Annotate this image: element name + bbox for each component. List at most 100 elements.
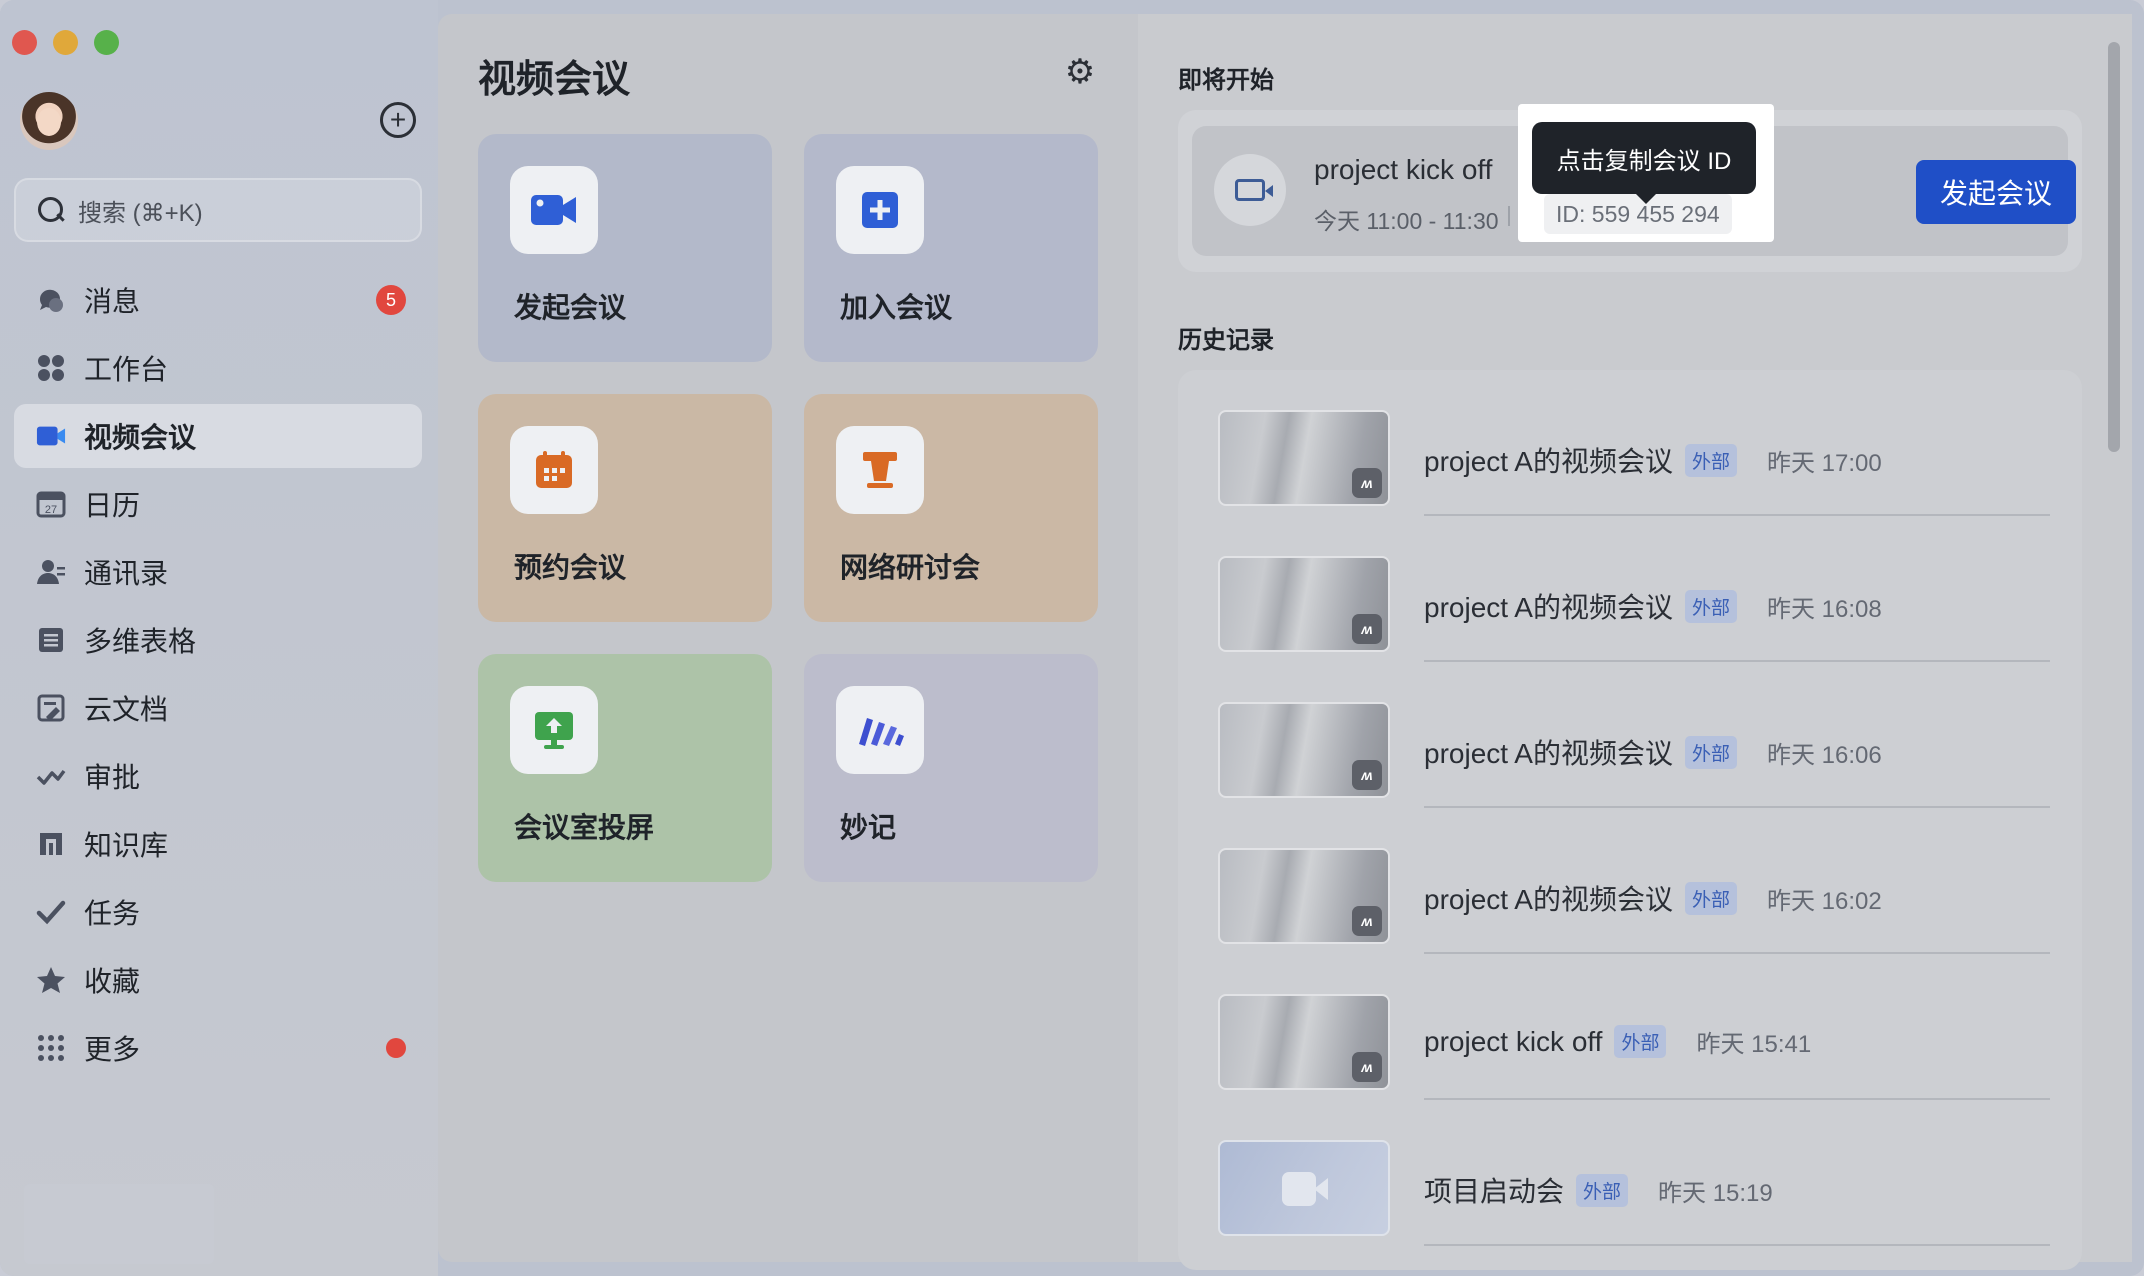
minimize-window-button[interactable] <box>53 30 78 55</box>
sidebar: + 搜索 (⌘+K) 消息 5 工作台 视频会议 27 日历 通讯录 多维表格 … <box>0 0 438 1276</box>
external-tag: 外部 <box>1684 735 1737 769</box>
doc-icon <box>36 693 66 723</box>
sidebar-item-label: 通讯录 <box>84 558 169 589</box>
sidebar-item-label: 工作台 <box>84 354 169 385</box>
sidebar-item-label: 云文档 <box>84 694 169 725</box>
sidebar-item-contacts[interactable]: 通讯录 <box>14 540 422 604</box>
search-input[interactable]: 搜索 (⌘+K) <box>14 178 422 242</box>
sidebar-item-label: 审批 <box>84 762 141 793</box>
notification-dot <box>386 1038 406 1058</box>
history-list: ʍ project A的视频会议 外部 昨天 17:00 ʍ project A… <box>1178 370 2082 1270</box>
tile-label: 加入会议 <box>840 292 953 323</box>
svg-text:27: 27 <box>45 504 57 516</box>
sidebar-item-label: 多维表格 <box>84 626 197 657</box>
external-tag: 外部 <box>1576 1173 1629 1207</box>
screen-share-icon <box>510 686 598 774</box>
recording-thumbnail[interactable]: ʍ <box>1218 410 1390 506</box>
external-tag: 外部 <box>1684 589 1737 623</box>
schedule-meeting-tile[interactable]: 预约会议 <box>478 394 772 622</box>
maximize-window-button[interactable] <box>94 30 119 55</box>
recording-thumbnail[interactable]: ʍ <box>1218 994 1390 1090</box>
sidebar-item-favorites[interactable]: 收藏 <box>14 948 422 1012</box>
more-dots-icon <box>36 1033 66 1063</box>
sidebar-item-more[interactable]: 更多 <box>14 1016 422 1080</box>
sidebar-item-bitable[interactable]: 多维表格 <box>14 608 422 672</box>
history-item-title: project kick off <box>1424 1025 1603 1057</box>
plus-square-icon <box>836 166 924 254</box>
history-item[interactable]: ʍ project A的视频会议 外部 昨天 16:08 <box>1178 516 2082 662</box>
history-item-title: project A的视频会议 <box>1424 592 1673 623</box>
grid-icon <box>36 353 66 383</box>
room-screen-share-tile[interactable]: 会议室投屏 <box>478 654 772 882</box>
history-item[interactable]: ʍ project A的视频会议 外部 昨天 16:06 <box>1178 662 2082 808</box>
sidebar-item-label: 收藏 <box>84 966 141 997</box>
sidebar-item-label: 知识库 <box>84 830 169 861</box>
upcoming-heading: 即将开始 <box>1178 67 1274 94</box>
history-item-time: 昨天 17:00 <box>1766 449 1882 477</box>
sidebar-item-video-meeting[interactable]: 视频会议 <box>14 404 422 468</box>
podium-icon <box>836 426 924 514</box>
sidebar-item-wiki[interactable]: 知识库 <box>14 812 422 876</box>
start-meeting-button[interactable]: 发起会议 <box>1916 160 2076 224</box>
history-item-title: 项目启动会 <box>1424 1176 1565 1207</box>
minutes-icon: ʍ <box>1352 468 1382 498</box>
meeting-thumbnail[interactable] <box>1218 1140 1390 1236</box>
sidebar-item-label: 任务 <box>84 898 141 929</box>
scrollbar[interactable] <box>2108 42 2120 452</box>
window-controls <box>12 30 119 55</box>
gear-icon[interactable]: ⚙ <box>1062 54 1098 90</box>
minutes-icon: ʍ <box>1352 1052 1382 1082</box>
video-camera-icon <box>1214 154 1286 226</box>
star-icon <box>36 965 66 995</box>
external-tag: 外部 <box>1684 443 1737 477</box>
contacts-icon <box>36 557 66 587</box>
task-check-icon <box>36 897 66 927</box>
history-item-time: 昨天 15:19 <box>1658 1179 1773 1207</box>
minutes-icon: ʍ <box>1352 614 1382 644</box>
search-placeholder: 搜索 (⌘+K) <box>78 199 203 227</box>
external-tag: 外部 <box>1614 1025 1667 1058</box>
join-meeting-tile[interactable]: 加入会议 <box>804 134 1098 362</box>
history-item-title: project A的视频会议 <box>1424 738 1673 769</box>
tile-label: 发起会议 <box>514 292 627 323</box>
calendar-icon <box>510 426 598 514</box>
history-item-time: 昨天 16:08 <box>1766 595 1882 623</box>
history-item-title: project A的视频会议 <box>1424 884 1673 915</box>
sidebar-item-approval[interactable]: 审批 <box>14 744 422 808</box>
add-icon[interactable]: + <box>380 102 416 138</box>
recording-thumbnail[interactable]: ʍ <box>1218 848 1390 944</box>
sidebar-item-docs[interactable]: 云文档 <box>14 676 422 740</box>
tile-label: 妙记 <box>840 812 897 843</box>
sidebar-item-label: 消息 <box>84 286 141 317</box>
webinar-tile[interactable]: 网络研讨会 <box>804 394 1098 622</box>
page-title: 视频会议 <box>478 59 631 101</box>
table-icon <box>36 625 66 655</box>
history-item[interactable]: ʍ project A的视频会议 外部 昨天 16:02 <box>1178 808 2082 954</box>
history-item[interactable]: 项目启动会 外部 昨天 15:19 <box>1178 1100 2082 1246</box>
chat-icon <box>36 285 66 315</box>
start-meeting-tile[interactable]: 发起会议 <box>478 134 772 362</box>
tile-label: 网络研讨会 <box>840 552 981 583</box>
close-window-button[interactable] <box>12 30 37 55</box>
recording-thumbnail[interactable]: ʍ <box>1218 556 1390 652</box>
history-item[interactable]: ʍ project kick off 外部 昨天 15:41 <box>1178 954 2082 1100</box>
sidebar-item-workplace[interactable]: 工作台 <box>14 336 422 400</box>
sidebar-item-label: 更多 <box>84 1034 141 1065</box>
recording-thumbnail[interactable]: ʍ <box>1218 702 1390 798</box>
history-item[interactable]: ʍ project A的视频会议 外部 昨天 17:00 <box>1178 370 2082 516</box>
sidebar-item-calendar[interactable]: 27 日历 <box>14 472 422 536</box>
history-heading: 历史记录 <box>1178 327 1274 354</box>
history-item-time: 昨天 16:02 <box>1766 887 1882 915</box>
history-item-time: 昨天 16:06 <box>1766 741 1882 769</box>
divider <box>1424 1244 2050 1246</box>
history-item-time: 昨天 15:41 <box>1696 1031 1812 1058</box>
minutes-tile[interactable]: 妙记 <box>804 654 1098 882</box>
video-camera-icon <box>1282 1170 1332 1210</box>
sidebar-item-messages[interactable]: 消息 5 <box>14 268 422 332</box>
avatar[interactable] <box>20 92 78 150</box>
minutes-icon <box>836 686 924 774</box>
video-camera-icon <box>510 166 598 254</box>
app-window: + 搜索 (⌘+K) 消息 5 工作台 视频会议 27 日历 通讯录 多维表格 … <box>0 0 2144 1276</box>
sidebar-item-tasks[interactable]: 任务 <box>14 880 422 944</box>
divider <box>1508 206 1510 226</box>
